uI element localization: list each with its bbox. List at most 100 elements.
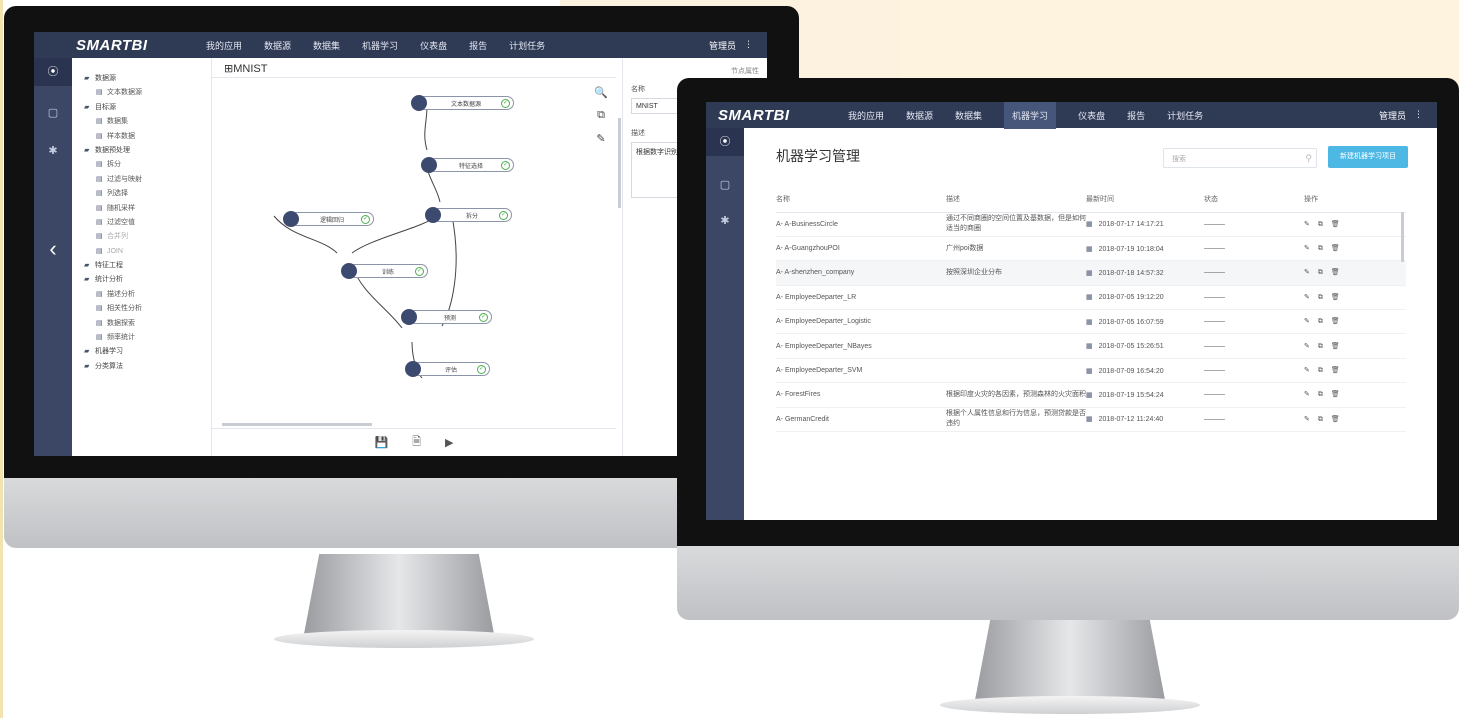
nav-item-dataset[interactable]: 数据集 [955, 109, 982, 122]
copy-icon[interactable]: ⧉ [1318, 245, 1323, 252]
copy-icon[interactable]: ⧉ [1318, 416, 1323, 423]
gear-icon[interactable]: ✱ [706, 214, 744, 227]
tree-leaf[interactable]: ▤ 相关性分析 [84, 302, 211, 316]
delete-icon[interactable]: 🗑 [1331, 269, 1340, 276]
tree-leaf[interactable]: ▤ 样本数据 [84, 130, 211, 144]
table-row[interactable]: A- A-GuangzhouPOI 广州poi数据 ▦ 2018-07-19 10:1… [776, 236, 1406, 262]
tree-folder[interactable]: ▰ 统计分析 [84, 273, 211, 287]
col-name[interactable]: 名称 [776, 186, 946, 213]
brand-logo[interactable]: SMARTBI [76, 37, 206, 54]
more-icon[interactable]: ⋮ [1414, 109, 1423, 122]
nav-item-dashboard[interactable]: 仪表盘 [1078, 109, 1105, 122]
edit-icon[interactable]: ✎ [1304, 343, 1310, 350]
edit-icon[interactable]: ✎ [1304, 269, 1310, 276]
copy-icon[interactable]: ⧉ [1318, 318, 1323, 325]
delete-icon[interactable]: 🗑 [1331, 391, 1340, 398]
table-row[interactable]: A- GermanCredit 根据个人属性信息和行为信息，预测贷款是否违约 ▦ 20… [776, 407, 1406, 433]
copy-icon[interactable]: ⧉ [1318, 294, 1323, 301]
delete-icon[interactable]: 🗑 [1331, 221, 1340, 228]
flow-node[interactable]: 文本数据源 ✓ [411, 95, 514, 111]
tree-folder[interactable]: ▰ 特征工程 [84, 259, 211, 273]
brand-logo[interactable]: SMARTBI [718, 107, 848, 124]
new-project-button[interactable]: 新建机器学习项目 [1328, 146, 1408, 168]
nav-item-report[interactable]: 报告 [1127, 109, 1145, 122]
save-as-icon[interactable]: 🗎 [412, 433, 421, 452]
tree-leaf[interactable]: ▤ 列选择 [84, 187, 211, 201]
table-row[interactable]: A- ForestFires 根据印度火灾的各因素，预测森林的火灾面积 ▦ 2018-… [776, 382, 1406, 408]
delete-icon[interactable]: 🗑 [1331, 294, 1340, 301]
col-time[interactable]: 最新时间 [1086, 186, 1204, 213]
location-pin-icon[interactable]: ⦿ [34, 58, 72, 86]
nav-item-report[interactable]: 报告 [469, 39, 487, 52]
tree-folder[interactable]: ▰ 机器学习 [84, 345, 211, 359]
tree-folder[interactable]: ▰ 数据源 [84, 72, 211, 86]
flow-node[interactable]: 训练 ✓ [341, 263, 428, 279]
edit-icon[interactable]: ✎ [1304, 294, 1310, 301]
tree-leaf[interactable]: ▤ 过滤空值 [84, 216, 211, 230]
user-name[interactable]: 管理员 [709, 39, 736, 52]
table-row[interactable]: A- EmployeeDeparter_LR ▦ 2018-07-05 19:12:… [776, 285, 1406, 311]
search-icon[interactable]: ⚲ [1305, 153, 1312, 164]
user-name[interactable]: 管理员 [1379, 109, 1406, 122]
nav-item-ml[interactable]: 机器学习 [362, 39, 398, 52]
save-icon[interactable]: 💾 [374, 436, 388, 449]
tree-leaf[interactable]: ▤ 文本数据源 [84, 86, 211, 100]
flow-node[interactable]: 拆分 ✓ [425, 207, 512, 223]
delete-icon[interactable]: 🗑 [1331, 318, 1340, 325]
delete-icon[interactable]: 🗑 [1331, 416, 1340, 423]
copy-icon[interactable]: ⧉ [1318, 269, 1323, 276]
chevron-left-icon[interactable]: ‹ [34, 236, 72, 262]
nav-item-schedule[interactable]: 计划任务 [1167, 109, 1203, 122]
search-input[interactable]: 搜索 ⚲ [1163, 148, 1317, 168]
tree-leaf[interactable]: ▤ 过滤与映射 [84, 173, 211, 187]
edit-icon[interactable]: ✎ [1304, 221, 1310, 228]
edit-icon[interactable]: ✎ [1304, 245, 1310, 252]
nav-item-apps[interactable]: 我的应用 [848, 109, 884, 122]
document-icon[interactable]: ▢ [706, 178, 744, 191]
flow-canvas[interactable]: 文本数据源 ✓ 特征选择 ✓ 逻辑回归 ✓ 拆分 ✓ 训练 ✓ 预测 ✓ 评估 ✓ [212, 78, 616, 428]
document-icon[interactable]: ▢ [34, 106, 72, 119]
tree-leaf[interactable]: ▤ 合并列 [84, 230, 211, 244]
copy-icon[interactable]: ⧉ [597, 109, 605, 122]
nav-item-dashboard[interactable]: 仪表盘 [420, 39, 447, 52]
flow-node[interactable]: 特征选择 ✓ [421, 157, 514, 173]
tree-folder[interactable]: ▰ 数据预处理 [84, 144, 211, 158]
copy-icon[interactable]: ⧉ [1318, 391, 1323, 398]
tree-leaf[interactable]: ▤ 频率统计 [84, 331, 211, 345]
run-icon[interactable]: ▶ [445, 436, 453, 449]
tree-leaf[interactable]: ▤ 数据集 [84, 115, 211, 129]
copy-icon[interactable]: ⧉ [1318, 221, 1323, 228]
search-icon[interactable]: 🔍 [594, 86, 608, 99]
more-icon[interactable]: ⋮ [744, 39, 753, 52]
nav-item-datasource[interactable]: 数据源 [906, 109, 933, 122]
vertical-scrollbar[interactable] [1401, 212, 1404, 262]
tree-folder[interactable]: ▰ 目标源 [84, 101, 211, 115]
nav-item-ml[interactable]: 机器学习 [1004, 102, 1057, 129]
delete-icon[interactable]: 🗑 [1331, 343, 1340, 350]
edit-icon[interactable]: ✎ [1304, 416, 1310, 423]
table-row[interactable]: A- A-shenzhen_company 按照深圳企业分布 ▦ 2018-07-18… [776, 260, 1406, 286]
col-status[interactable]: 状态 [1204, 186, 1304, 213]
table-row[interactable]: A- A-BusinessCircle 通过不同商圈的空间位置及基数据，但是如何适… [776, 212, 1406, 237]
edit-icon[interactable]: ✎ [596, 132, 605, 145]
horizontal-scrollbar[interactable] [222, 423, 372, 426]
flow-node[interactable]: 逻辑回归 ✓ [283, 211, 374, 227]
copy-icon[interactable]: ⧉ [1318, 343, 1323, 350]
nav-item-schedule[interactable]: 计划任务 [509, 39, 545, 52]
tree-leaf[interactable]: ▤ 描述分析 [84, 288, 211, 302]
edit-icon[interactable]: ✎ [1304, 318, 1310, 325]
delete-icon[interactable]: 🗑 [1331, 245, 1340, 252]
tree-leaf[interactable]: ▤ 随机采样 [84, 202, 211, 216]
delete-icon[interactable]: 🗑 [1331, 367, 1340, 374]
tree-folder[interactable]: ▰ 分类算法 [84, 360, 211, 374]
tree-leaf[interactable]: ▤ 拆分 [84, 158, 211, 172]
nav-item-apps[interactable]: 我的应用 [206, 39, 242, 52]
edit-icon[interactable]: ✎ [1304, 367, 1310, 374]
col-desc[interactable]: 描述 [946, 186, 1086, 213]
table-row[interactable]: A- EmployeeDeparter_NBayes ▦ 2018-07-05 15… [776, 333, 1406, 359]
tree-leaf[interactable]: ▤ JOIN [84, 245, 211, 259]
nav-item-dataset[interactable]: 数据集 [313, 39, 340, 52]
location-pin-icon[interactable]: ⦿ [706, 128, 744, 156]
tree-leaf[interactable]: ▤ 数据探索 [84, 317, 211, 331]
gear-icon[interactable]: ✱ [34, 144, 72, 157]
